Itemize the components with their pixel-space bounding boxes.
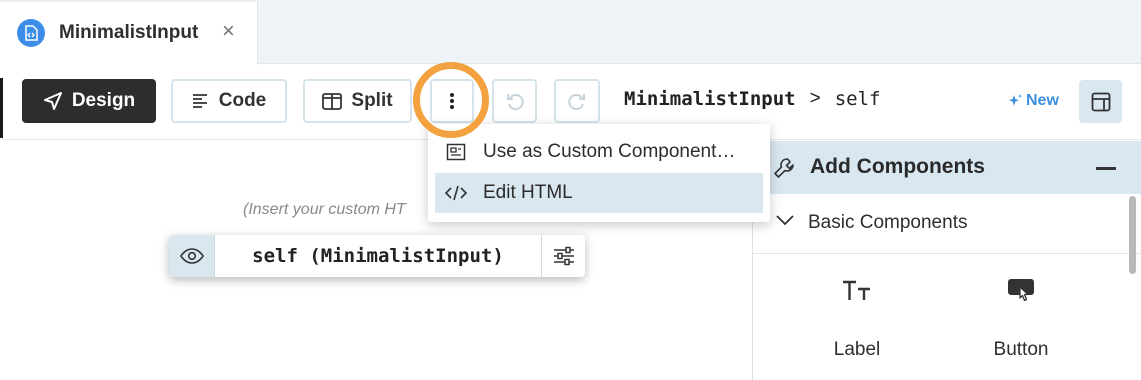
panel-header[interactable]: Add Components bbox=[753, 141, 1141, 194]
send-icon bbox=[43, 92, 62, 110]
split-label: Split bbox=[351, 90, 393, 111]
selection-pill: self (MinimalistInput) bbox=[169, 235, 585, 277]
undo-icon bbox=[506, 94, 524, 111]
split-button[interactable]: Split bbox=[303, 79, 412, 123]
wrench-icon bbox=[774, 158, 794, 178]
eye-icon[interactable] bbox=[169, 235, 215, 277]
menu-item-label: Use as Custom Component… bbox=[483, 141, 736, 162]
redo-icon bbox=[568, 94, 585, 111]
new-button[interactable]: New bbox=[1008, 92, 1059, 110]
redo-button[interactable] bbox=[554, 79, 600, 123]
canvas-placeholder: (Insert your custom HT bbox=[243, 201, 406, 218]
close-icon[interactable]: × bbox=[222, 20, 235, 42]
collapse-icon[interactable] bbox=[1096, 167, 1116, 170]
section-label: Basic Components bbox=[808, 212, 968, 233]
component-button-text: Button bbox=[993, 339, 1049, 360]
breadcrumb-item[interactable]: self bbox=[835, 88, 881, 110]
menu-item-use-as-custom-component[interactable]: Use as Custom Component… bbox=[435, 132, 763, 172]
panel-layout-button[interactable] bbox=[1079, 80, 1122, 123]
split-view-icon bbox=[322, 92, 343, 110]
breadcrumb-component[interactable]: MinimalistInput bbox=[624, 88, 796, 110]
component-button[interactable]: Button bbox=[961, 271, 1081, 361]
chevron-down-icon bbox=[776, 215, 794, 226]
button-icon bbox=[961, 271, 1081, 311]
custom-component-icon bbox=[435, 143, 477, 161]
label-icon bbox=[797, 271, 917, 311]
sparkle-icon bbox=[1009, 94, 1022, 106]
design-button[interactable]: Design bbox=[22, 79, 156, 123]
code-icon bbox=[435, 185, 477, 201]
sliders-icon[interactable] bbox=[541, 235, 585, 277]
left-edge-bar bbox=[0, 78, 3, 138]
more-options-button[interactable] bbox=[430, 79, 474, 123]
breadcrumb: MinimalistInput > self bbox=[624, 88, 880, 110]
panel-title: Add Components bbox=[810, 155, 985, 178]
section-basic-components[interactable]: Basic Components bbox=[753, 194, 1141, 254]
tab-title: MinimalistInput bbox=[59, 22, 199, 43]
panel-scrollbar[interactable] bbox=[1129, 196, 1136, 274]
components-panel: Add Components Basic Components Label Bu… bbox=[752, 141, 1141, 380]
more-vertical-icon bbox=[450, 93, 454, 109]
tab-minimalistinput[interactable]: MinimalistInput × bbox=[0, 0, 258, 65]
breadcrumb-separator: > bbox=[809, 88, 821, 109]
layout-icon bbox=[1091, 92, 1110, 111]
code-label: Code bbox=[218, 90, 267, 111]
menu-item-label: Edit HTML bbox=[483, 182, 573, 203]
new-label: New bbox=[1026, 92, 1059, 109]
code-button[interactable]: Code bbox=[171, 79, 287, 123]
selection-label: self (MinimalistInput) bbox=[252, 245, 504, 267]
file-code-icon bbox=[17, 19, 45, 47]
component-label[interactable]: Label bbox=[797, 271, 917, 361]
component-label-text: Label bbox=[833, 339, 881, 360]
design-label: Design bbox=[71, 90, 136, 111]
more-options-menu: Use as Custom Component… Edit HTML bbox=[428, 124, 770, 222]
tab-strip: MinimalistInput × bbox=[0, 0, 1141, 65]
text-align-icon bbox=[192, 94, 207, 108]
undo-button[interactable] bbox=[492, 79, 537, 123]
menu-item-edit-html[interactable]: Edit HTML bbox=[435, 173, 763, 213]
